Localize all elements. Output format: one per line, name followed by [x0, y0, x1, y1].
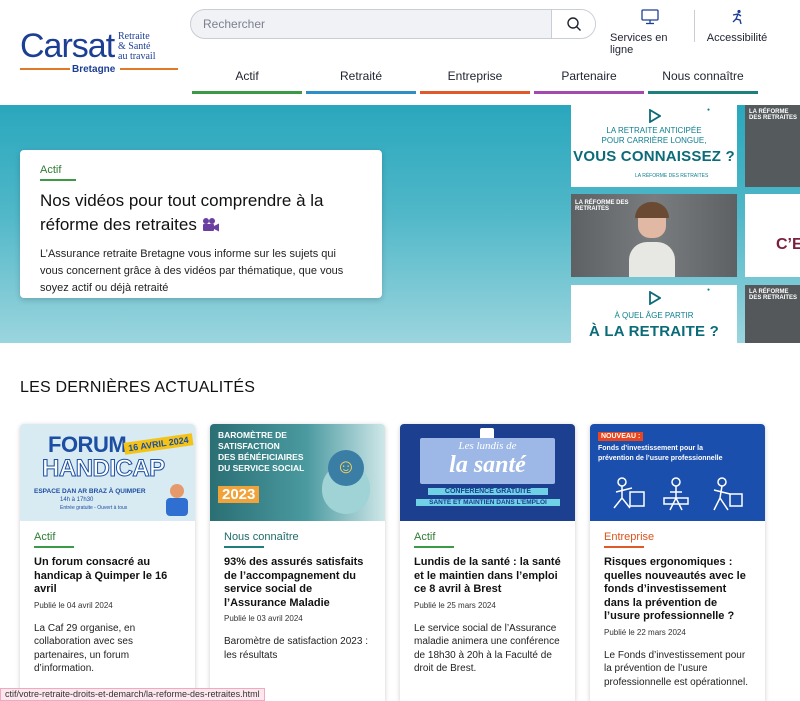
person-photo: [629, 202, 675, 277]
logo-rule: [20, 68, 70, 70]
card-title[interactable]: Lundis de la santé : la santé et le main…: [414, 556, 561, 597]
monitor-icon: [641, 9, 659, 25]
card-category: Actif: [414, 531, 436, 543]
card-date: Publié le 22 mars 2024: [604, 627, 686, 637]
card-title[interactable]: 93% des assurés satisfaits de l’accompag…: [224, 556, 371, 610]
video-tile-partial[interactable]: LA RÉFORME DES RETRAITES: [745, 285, 800, 343]
play-icon: [649, 109, 661, 123]
video-tile-portrait[interactable]: LA RÉFORME DES RETRAITES: [571, 194, 737, 277]
video-tile-partial[interactable]: C’E: [745, 194, 800, 277]
card-description: Le service social de l’Assurance maladie…: [414, 622, 560, 675]
search-bar: [190, 9, 596, 39]
card-category: Nous connaître: [224, 531, 299, 543]
tile-text: LA RETRAITE ANTICIPÉE POUR CARRIÈRE LONGU…: [601, 126, 707, 145]
nav-item-retraite[interactable]: Retraité: [304, 62, 418, 94]
card-date: Publié le 03 avril 2024: [224, 614, 303, 623]
tile-label: LA RÉFORME DES RETRAITES: [749, 109, 798, 121]
tile-headline: C’E: [776, 236, 800, 253]
smiley-icon: ☺: [328, 450, 364, 486]
nav-item-actif[interactable]: Actif: [190, 62, 304, 94]
news-card[interactable]: Les lundis de la santé CONFÉRENCE GRATUI…: [400, 424, 575, 701]
card-description: Le Fonds d’investissement pour la préven…: [604, 649, 748, 688]
news-section-title: LES DERNIÈRES ACTUALITÉS: [20, 379, 256, 396]
category-underline: [40, 179, 76, 181]
news-card-image: BAROMÈTRE DE SATISFACTION DES BÉNÉFICIAIRE…: [210, 424, 385, 521]
divider: [694, 10, 695, 42]
nav-item-entreprise[interactable]: Entreprise: [418, 62, 532, 94]
accessibility-icon: [732, 9, 742, 25]
logo-wordmark: Carsat: [20, 27, 115, 65]
hero-description: L’Assurance retraite Bretagne vous infor…: [40, 248, 344, 294]
site-header: Carsat Retraite & Santé au travail Bretagn…: [0, 0, 800, 105]
category-underline: [604, 546, 644, 548]
online-services-label: Services en ligne: [610, 32, 668, 56]
video-tile-carriere-longue[interactable]: ● LA RETRAITE ANTICIPÉE POUR CARRIÈRE LON…: [571, 105, 737, 187]
news-card[interactable]: FORUM HANDICAP 16 AVRIL 2024 ESPACE DAN …: [20, 424, 195, 701]
news-card[interactable]: NOUVEAU : Fonds d’investissement pour la…: [590, 424, 765, 701]
logo-rule: [120, 68, 178, 70]
news-card-image: NOUVEAU : Fonds d’investissement pour la…: [590, 424, 765, 521]
status-bar-url: ctif/votre-retraite-droits-et-demarch/la…: [0, 688, 265, 701]
card-title[interactable]: Risques ergonomiques : quelles nouveauté…: [604, 556, 751, 624]
accessibility-label: Accessibilité: [706, 32, 768, 44]
logo-tagline: Retraite & Santé au travail: [118, 31, 156, 62]
main-nav: Actif Retraité Entreprise Partenaire Nou…: [190, 62, 760, 94]
online-services-link[interactable]: Services en ligne: [610, 8, 690, 56]
search-button[interactable]: [551, 10, 595, 38]
card-description: La Caf 29 organise, en collaboration ave…: [34, 622, 136, 675]
search-input[interactable]: [191, 10, 551, 38]
tile-logo: ●: [707, 107, 711, 113]
tile-headline: VOUS CONNAISSEZ ?: [573, 148, 735, 165]
tile-text: À QUEL ÂGE PARTIR: [614, 311, 694, 320]
tile-label: LA RÉFORME DES RETRAITES: [575, 200, 629, 212]
hero-category: Actif: [40, 164, 62, 176]
video-tile-age-retraite[interactable]: ● À QUEL ÂGE PARTIR À LA RETRAITE ?: [571, 285, 737, 343]
news-card-image: Les lundis de la santé CONFÉRENCE GRATUI…: [400, 424, 575, 521]
accessibility-link[interactable]: Accessibilité: [704, 8, 770, 44]
tile-logo: ●: [707, 287, 711, 293]
video-camera-icon: [201, 216, 221, 240]
hero-card[interactable]: Actif Nos vidéos pour tout comprendre à …: [20, 150, 382, 298]
card-title[interactable]: Un forum consacré au handicap à Quimper …: [34, 556, 181, 597]
nav-item-nous-connaitre[interactable]: Nous connaître: [646, 62, 760, 94]
category-underline: [224, 546, 264, 548]
ergonomics-illustration: [613, 477, 743, 511]
hero-title[interactable]: Nos vidéos pour tout comprendre à la réf…: [40, 189, 362, 240]
card-category: Entreprise: [604, 531, 655, 543]
tile-headline: À LA RETRAITE ?: [589, 323, 719, 340]
search-icon: [566, 17, 581, 31]
news-card-image: FORUM HANDICAP 16 AVRIL 2024 ESPACE DAN …: [20, 424, 195, 521]
play-icon: [649, 291, 661, 305]
card-date: Publié le 25 mars 2024: [414, 600, 496, 610]
hero-banner: Actif Nos vidéos pour tout comprendre à …: [0, 105, 800, 343]
card-category: Actif: [34, 531, 56, 543]
logo-region: Bretagne: [72, 64, 116, 75]
category-underline: [34, 546, 74, 548]
video-tile-partial[interactable]: LA RÉFORME DES RETRAITES: [745, 105, 800, 187]
carsat-logo[interactable]: Carsat Retraite & Santé au travail Bretagn…: [20, 27, 178, 76]
news-card[interactable]: BAROMÈTRE DE SATISFACTION DES BÉNÉFICIAIRE…: [210, 424, 385, 701]
nav-item-partenaire[interactable]: Partenaire: [532, 62, 646, 94]
tile-footer: LA RÉFORME DES RETRAITES: [635, 173, 709, 179]
category-underline: [414, 546, 454, 548]
tile-label: LA RÉFORME DES RETRAITES: [749, 289, 798, 301]
card-description: Baromètre de satisfaction 2023 : les rés…: [224, 636, 368, 661]
card-date: Publié le 04 avril 2024: [34, 600, 113, 610]
